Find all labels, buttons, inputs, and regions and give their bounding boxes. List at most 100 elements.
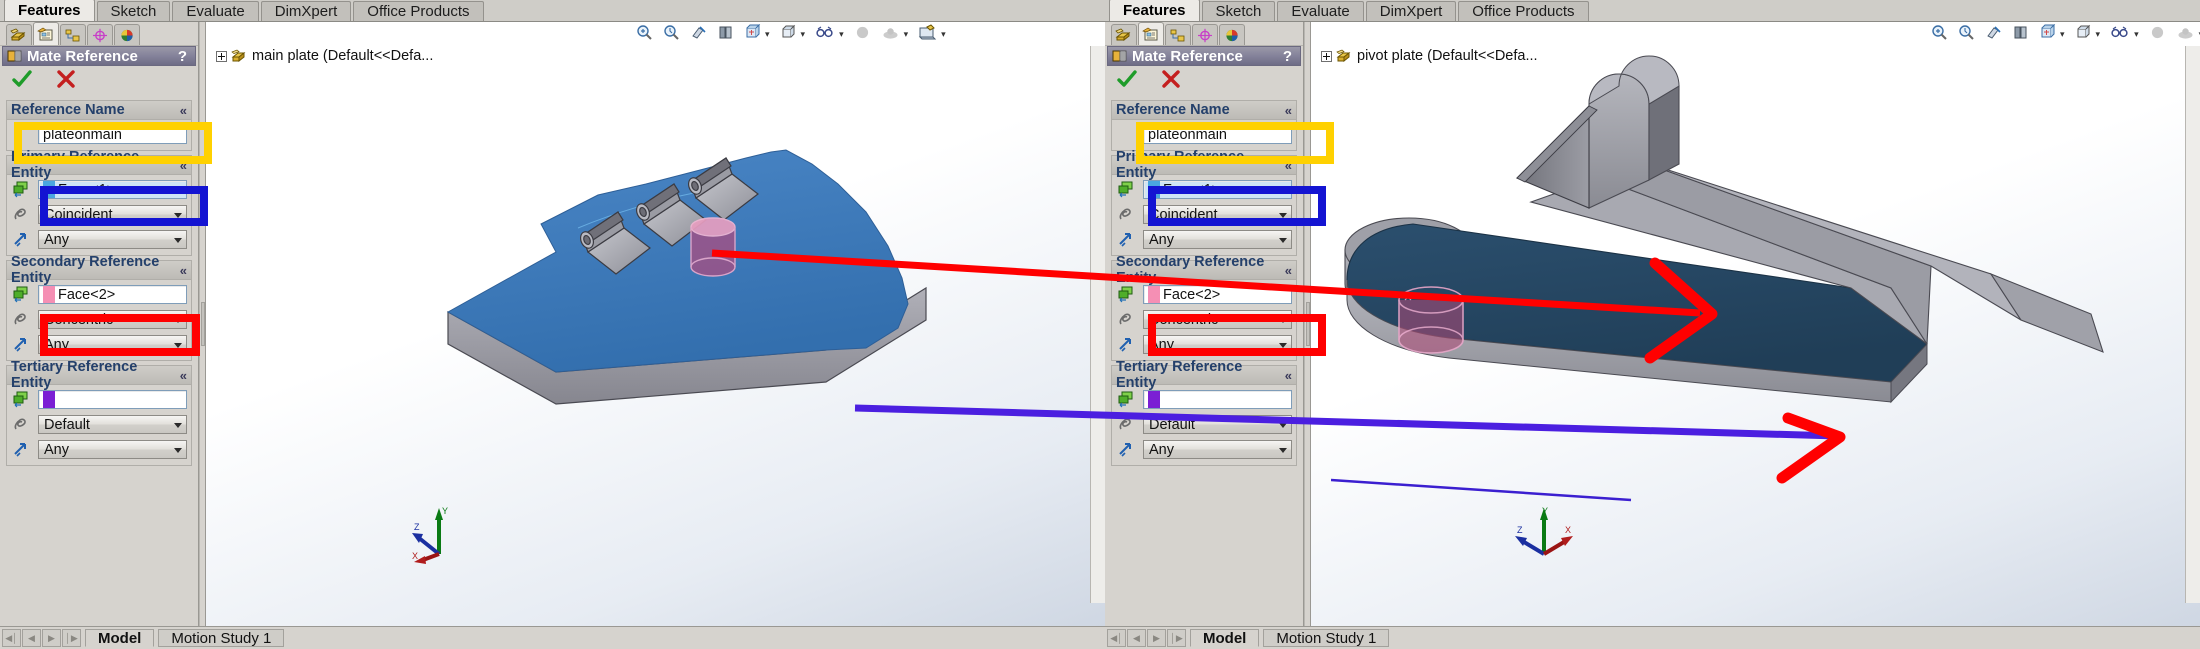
group-header[interactable]: Reference Name «: [7, 101, 191, 120]
chevron-up-icon[interactable]: «: [180, 103, 187, 118]
zoom-to-area-icon[interactable]: [663, 24, 680, 45]
display-style-dropdown[interactable]: ▾: [801, 29, 806, 40]
tab-sketch[interactable]: Sketch: [96, 1, 171, 21]
group-header[interactable]: Tertiary Reference Entity «: [1112, 359, 1296, 391]
help-button[interactable]: ?: [178, 48, 187, 65]
expand-plus-icon[interactable]: [1321, 50, 1332, 62]
flyout-feature-tree-left[interactable]: main plate (Default<<Defa...: [216, 48, 433, 64]
display-style-icon[interactable]: [2075, 24, 2092, 45]
view-settings-dropdown[interactable]: ▾: [941, 29, 946, 40]
graphics-viewport-left[interactable]: ▾ ▾ ▾ ▾ ▾ main plate (Default<<Defa... Y…: [205, 22, 1105, 626]
secondary-mate-type-combo[interactable]: Concentric: [1143, 310, 1292, 329]
tertiary-mate-alignment-combo[interactable]: Any: [1143, 440, 1292, 459]
bottom-tab-model[interactable]: Model: [1190, 629, 1260, 647]
bottom-tab-motion-study[interactable]: Motion Study 1: [158, 629, 285, 647]
expand-plus-icon[interactable]: [216, 50, 227, 62]
display-style-dropdown[interactable]: ▾: [2096, 29, 2101, 40]
hide-show-dropdown[interactable]: ▾: [839, 29, 844, 40]
hide-show-icon[interactable]: [815, 24, 835, 45]
tab-office-products[interactable]: Office Products: [1458, 1, 1589, 21]
tab-features[interactable]: Features: [4, 0, 95, 21]
secondary-mate-alignment-combo[interactable]: Any: [1143, 335, 1292, 354]
nav-prev-button[interactable]: ◀: [22, 629, 41, 647]
tertiary-reference-entity-input[interactable]: [1143, 390, 1292, 409]
accept-button[interactable]: [12, 70, 32, 92]
tab-evaluate[interactable]: Evaluate: [1277, 1, 1364, 21]
zoom-to-fit-icon[interactable]: [1931, 24, 1948, 45]
cancel-button[interactable]: [56, 70, 76, 92]
chevron-up-icon[interactable]: «: [1285, 263, 1292, 278]
cancel-button[interactable]: [1161, 70, 1181, 92]
nav-prev-button[interactable]: ◀: [1127, 629, 1146, 647]
hide-show-dropdown[interactable]: ▾: [2134, 29, 2139, 40]
chevron-up-icon[interactable]: «: [180, 263, 187, 278]
secondary-mate-alignment-combo[interactable]: Any: [38, 335, 187, 354]
view-orientation-book-icon[interactable]: [717, 24, 734, 45]
nav-next-button[interactable]: ▶: [42, 629, 61, 647]
reference-name-input[interactable]: plateonmain: [1143, 125, 1292, 144]
view-settings-icon[interactable]: [918, 23, 937, 45]
group-header[interactable]: Secondary Reference Entity «: [1112, 254, 1296, 286]
primary-reference-entity-input[interactable]: Face<1>: [1143, 180, 1292, 199]
primary-mate-alignment-combo[interactable]: Any: [38, 230, 187, 249]
tertiary-mate-alignment-combo[interactable]: Any: [38, 440, 187, 459]
secondary-reference-entity-input[interactable]: Face<2>: [1143, 285, 1292, 304]
tab-evaluate[interactable]: Evaluate: [172, 1, 259, 21]
group-header[interactable]: Reference Name «: [1112, 101, 1296, 120]
section-view-icon[interactable]: [690, 24, 707, 45]
tab-office-products[interactable]: Office Products: [353, 1, 484, 21]
primary-mate-type-combo[interactable]: Coincident: [1143, 205, 1292, 224]
primary-reference-entity-input[interactable]: Face<1>: [38, 180, 187, 199]
nav-last-button[interactable]: │▶: [1167, 629, 1186, 647]
scene-dropdown[interactable]: ▾: [904, 29, 909, 40]
group-header[interactable]: Secondary Reference Entity «: [7, 254, 191, 286]
hide-show-icon[interactable]: [2110, 24, 2130, 45]
display-manager-tab[interactable]: [114, 24, 140, 45]
accept-button[interactable]: [1117, 70, 1137, 92]
secondary-reference-entity-input[interactable]: Face<2>: [38, 285, 187, 304]
flyout-feature-tree-right[interactable]: pivot plate (Default<<Defa...: [1321, 48, 1538, 64]
group-header[interactable]: Primary Reference Entity «: [7, 149, 191, 181]
view-orientation-book-icon[interactable]: [2012, 24, 2029, 45]
chevron-up-icon[interactable]: «: [1285, 103, 1292, 118]
dimxpert-manager-tab[interactable]: [87, 24, 113, 45]
tertiary-mate-type-combo[interactable]: Default: [38, 415, 187, 434]
tertiary-mate-type-combo[interactable]: Default: [1143, 415, 1292, 434]
nav-last-button[interactable]: │▶: [62, 629, 81, 647]
bottom-tab-motion-study[interactable]: Motion Study 1: [1263, 629, 1390, 647]
section-view-icon[interactable]: [1985, 24, 2002, 45]
property-manager-tab[interactable]: [33, 22, 59, 45]
configuration-manager-tab[interactable]: [60, 24, 86, 45]
feature-manager-tab[interactable]: [6, 24, 32, 45]
tab-sketch[interactable]: Sketch: [1201, 1, 1276, 21]
view-orientation-cube-icon[interactable]: [2039, 23, 2056, 45]
tab-dimxpert[interactable]: DimXpert: [1365, 1, 1457, 21]
view-orientation-dropdown[interactable]: ▾: [2060, 29, 2065, 40]
nav-first-button[interactable]: ◀│: [1107, 629, 1126, 647]
secondary-mate-type-combo[interactable]: Concentric: [38, 310, 187, 329]
primary-mate-type-combo[interactable]: Coincident: [38, 205, 187, 224]
feature-manager-tab[interactable]: [1111, 24, 1137, 45]
group-header[interactable]: Primary Reference Entity «: [1112, 149, 1296, 181]
chevron-up-icon[interactable]: «: [1285, 368, 1292, 383]
chevron-up-icon[interactable]: «: [1285, 158, 1292, 173]
configuration-manager-tab[interactable]: [1165, 24, 1191, 45]
tab-features[interactable]: Features: [1109, 0, 1200, 21]
display-style-icon[interactable]: [780, 24, 797, 45]
property-manager-tab[interactable]: [1138, 22, 1164, 45]
nav-first-button[interactable]: ◀│: [2, 629, 21, 647]
zoom-to-fit-icon[interactable]: [636, 24, 653, 45]
chevron-up-icon[interactable]: «: [180, 158, 187, 173]
primary-mate-alignment-combo[interactable]: Any: [1143, 230, 1292, 249]
display-manager-tab[interactable]: [1219, 24, 1245, 45]
reference-name-input[interactable]: plateonmain: [38, 125, 187, 144]
help-button[interactable]: ?: [1283, 48, 1292, 65]
dimxpert-manager-tab[interactable]: [1192, 24, 1218, 45]
zoom-to-area-icon[interactable]: [1958, 24, 1975, 45]
tertiary-reference-entity-input[interactable]: [38, 390, 187, 409]
bottom-tab-model[interactable]: Model: [85, 629, 155, 647]
tab-dimxpert[interactable]: DimXpert: [260, 1, 352, 21]
graphics-viewport-right[interactable]: ▾ ▾ ▾ ▾: [1310, 22, 2200, 626]
view-orientation-dropdown[interactable]: ▾: [765, 29, 770, 40]
view-orientation-cube-icon[interactable]: [744, 23, 761, 45]
